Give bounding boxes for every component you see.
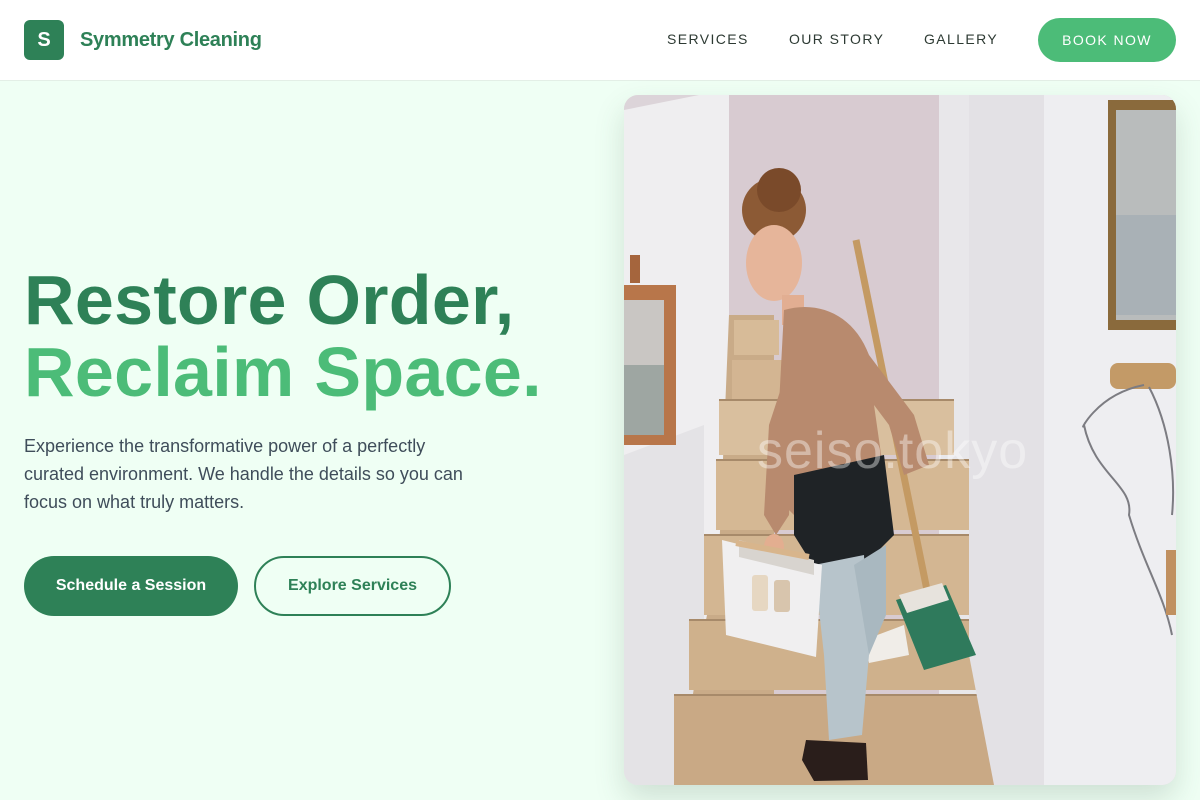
- nav-link-gallery[interactable]: GALLERY: [924, 31, 998, 47]
- hero-description: Experience the transformative power of a…: [24, 436, 463, 512]
- hero-photo: seiso.tokyo: [624, 95, 1176, 785]
- nav-link-services[interactable]: SERVICES: [667, 31, 749, 47]
- headline-line-1: Restore Order,: [24, 261, 515, 339]
- image-watermark: seiso.tokyo: [757, 422, 1029, 480]
- headline-line-2: Reclaim Space.: [24, 333, 542, 411]
- explore-services-button[interactable]: Explore Services: [254, 556, 451, 616]
- site-header: S Symmetry Cleaning SERVICES OUR STORY G…: [0, 0, 1200, 81]
- brand-name[interactable]: Symmetry Cleaning: [80, 29, 262, 52]
- nav-link-our-story[interactable]: OUR STORY: [789, 31, 884, 47]
- hero-headline: Restore Order, Reclaim Space.: [24, 264, 542, 408]
- logo-icon[interactable]: S: [24, 20, 64, 60]
- schedule-session-button[interactable]: Schedule a Session: [24, 556, 238, 616]
- book-now-button[interactable]: BOOK NOW: [1038, 18, 1176, 62]
